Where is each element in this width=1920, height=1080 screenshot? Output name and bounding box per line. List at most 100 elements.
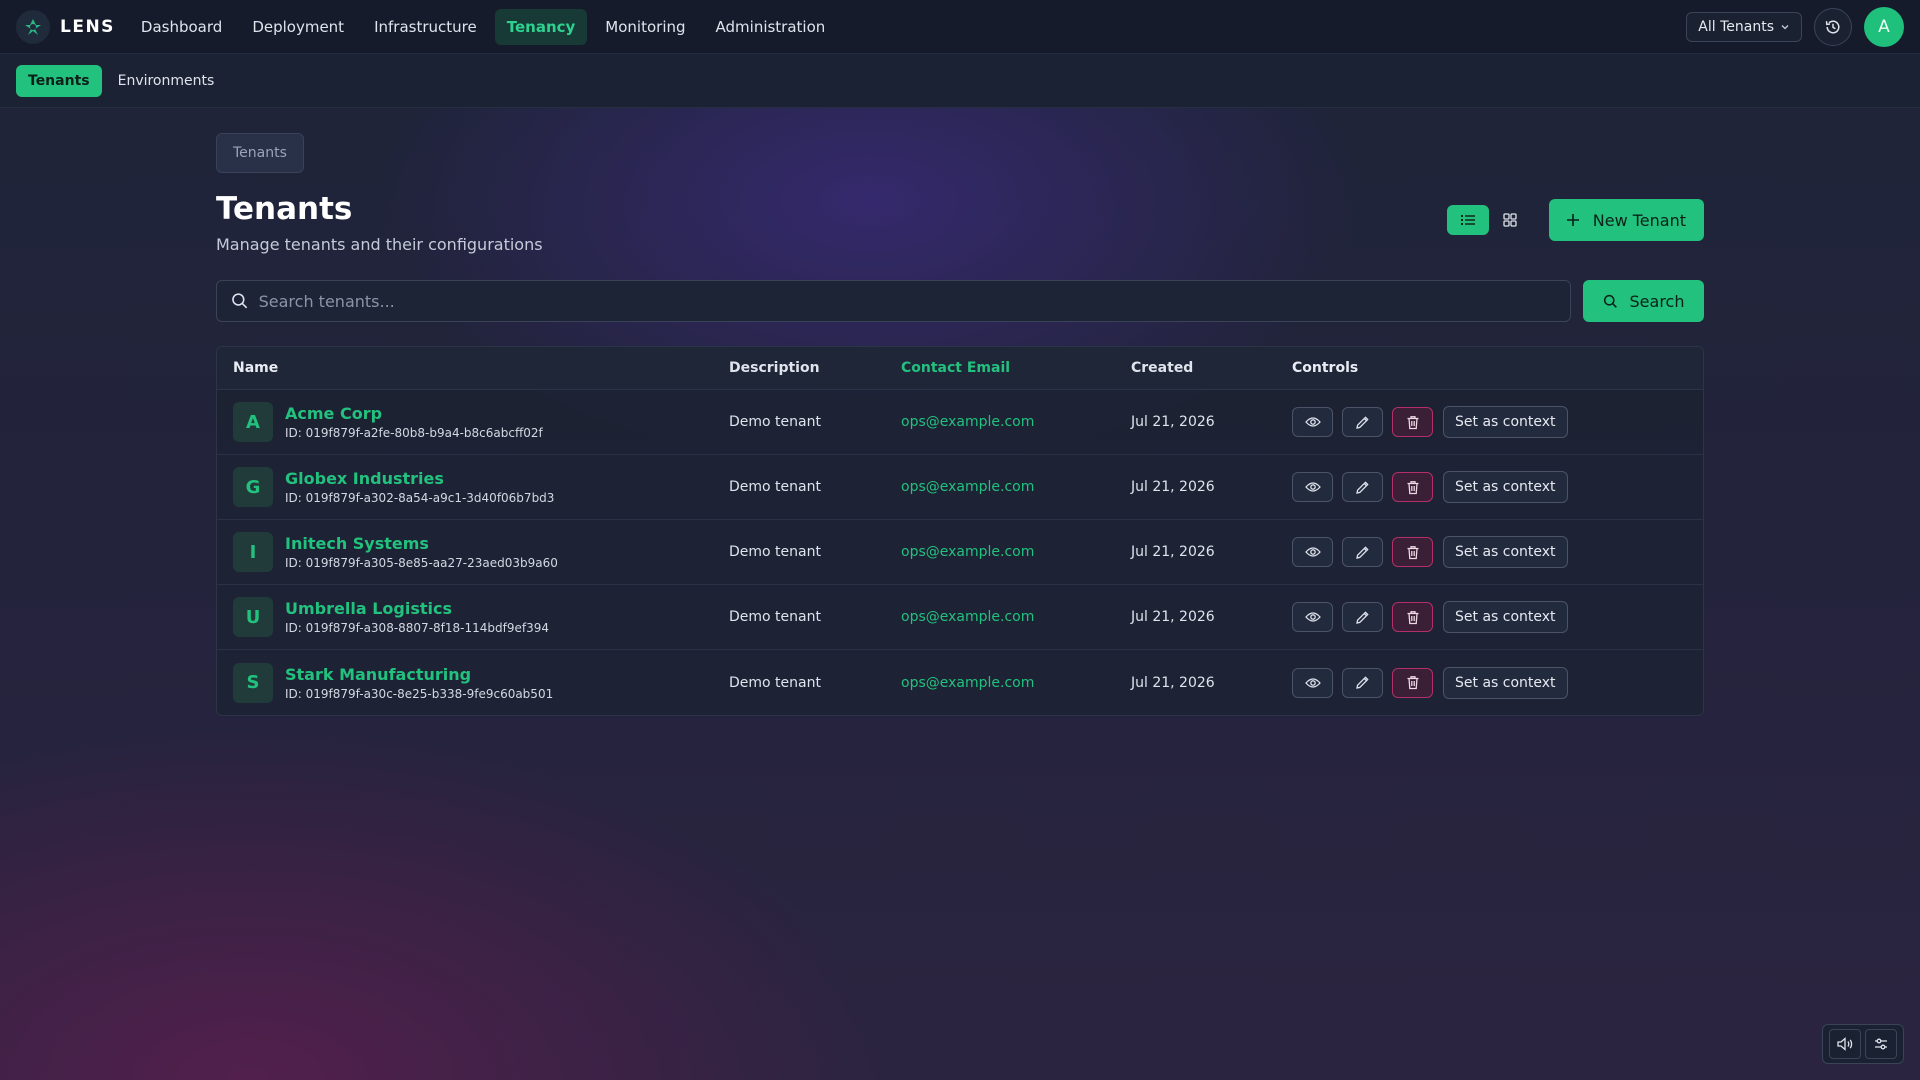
tenant-controls: Set as context	[1292, 406, 1703, 438]
tenant-created-date: Jul 21, 2026	[1131, 674, 1215, 691]
brand[interactable]: LENS	[16, 9, 115, 44]
list-view-button[interactable]	[1446, 205, 1489, 235]
floating-controls	[1822, 1024, 1904, 1064]
tenant-contact-email[interactable]: ops@example.com	[901, 609, 1131, 625]
tenant-initial-badge: S	[233, 662, 273, 703]
column-header-controls: Controls	[1292, 360, 1359, 376]
view-tenant-button[interactable]	[1292, 667, 1333, 698]
sliders-icon	[1875, 1038, 1887, 1050]
nav-item-infrastructure[interactable]: Infrastructure	[362, 9, 489, 45]
set-as-context-button[interactable]: Set as context	[1443, 666, 1568, 699]
set-as-context-button[interactable]: Set as context	[1443, 536, 1568, 568]
pencil-icon	[1355, 480, 1370, 495]
history-button[interactable]	[1814, 7, 1852, 46]
tenant-name-link[interactable]: Umbrella Logistics	[285, 599, 549, 618]
table-row: S Stark Manufacturing ID: 019f879f-a30c-8e…	[217, 650, 1703, 715]
view-tenant-button[interactable]	[1292, 407, 1333, 437]
pencil-icon	[1355, 610, 1370, 625]
trash-icon	[1406, 675, 1420, 690]
tenant-contact-email[interactable]: ops@example.com	[901, 675, 1131, 691]
view-tenant-button[interactable]	[1292, 602, 1333, 632]
tenant-name-link[interactable]: Initech Systems	[285, 534, 558, 553]
search-icon	[232, 293, 248, 309]
delete-tenant-button[interactable]	[1392, 472, 1433, 502]
set-as-context-button[interactable]: Set as context	[1443, 601, 1568, 633]
set-as-context-button[interactable]: Set as context	[1443, 406, 1568, 438]
tenant-name-link[interactable]: Globex Industries	[285, 469, 554, 488]
delete-tenant-button[interactable]	[1392, 667, 1433, 698]
tab-tenants[interactable]: Tenants	[16, 64, 102, 97]
delete-tenant-button[interactable]	[1392, 407, 1433, 437]
column-header-contact-email: Contact Email	[901, 360, 1011, 376]
tenant-controls: Set as context	[1292, 601, 1703, 633]
tenant-name-cell: A Acme Corp ID: 019f879f-a2fe-80b8-b9a4-b8…	[217, 402, 729, 442]
search-field[interactable]	[216, 280, 1571, 322]
edit-tenant-button[interactable]	[1342, 537, 1383, 567]
tenant-name-cell: S Stark Manufacturing ID: 019f879f-a30c-8e…	[217, 662, 729, 703]
search-icon	[1603, 294, 1617, 308]
tenant-selector-value: All Tenants	[1698, 18, 1774, 35]
tenant-selector[interactable]: All Tenants	[1686, 11, 1802, 42]
avatar[interactable]: A	[1864, 6, 1904, 47]
tenant-description: Demo tenant	[729, 544, 821, 560]
grid-view-button[interactable]	[1489, 205, 1531, 235]
breadcrumb[interactable]: Tenants	[216, 133, 304, 173]
tenant-info: Umbrella Logistics ID: 019f879f-a308-8807…	[285, 599, 549, 635]
nav-item-dashboard[interactable]: Dashboard	[129, 9, 234, 45]
pencil-icon	[1355, 545, 1370, 560]
column-header-name: Name	[233, 360, 279, 376]
view-toggle	[1446, 205, 1531, 235]
view-tenant-button[interactable]	[1292, 537, 1333, 567]
nav-item-monitoring[interactable]: Monitoring	[593, 9, 697, 45]
tab-environments[interactable]: Environments	[106, 65, 227, 97]
edit-tenant-button[interactable]	[1342, 472, 1383, 502]
nav-item-deployment[interactable]: Deployment	[240, 9, 356, 45]
tenant-id: ID: 019f879f-a30c-8e25-b338-9fe9c60ab501	[285, 686, 554, 701]
tenant-contact-email[interactable]: ops@example.com	[901, 479, 1131, 495]
pencil-icon	[1355, 415, 1370, 430]
tenant-name-link[interactable]: Stark Manufacturing	[285, 665, 553, 684]
search-input[interactable]	[258, 291, 1556, 311]
settings-sliders-button[interactable]	[1865, 1029, 1897, 1059]
nav-item-administration[interactable]: Administration	[704, 9, 838, 45]
tenant-controls: Set as context	[1292, 666, 1703, 699]
tenant-contact-email[interactable]: ops@example.com	[901, 544, 1131, 560]
tenant-id: ID: 019f879f-a308-8807-8f18-114bdf9ef394	[285, 621, 549, 635]
tenant-name-link[interactable]: Acme Corp	[285, 404, 543, 423]
nav-item-tenancy[interactable]: Tenancy	[494, 8, 588, 45]
table-row: G Globex Industries ID: 019f879f-a302-8a54…	[217, 455, 1703, 520]
search-button[interactable]: Search	[1583, 280, 1704, 322]
tenant-name-cell: I Initech Systems ID: 019f879f-a305-8e85-a…	[217, 532, 729, 572]
edit-tenant-button[interactable]	[1342, 602, 1383, 632]
delete-tenant-button[interactable]	[1392, 537, 1433, 567]
tenant-name-cell: U Umbrella Logistics ID: 019f879f-a308-880…	[217, 597, 729, 637]
tenant-initial-badge: I	[233, 532, 273, 572]
app-name: LENS	[60, 16, 115, 37]
tenant-initial-badge: G	[233, 467, 273, 507]
edit-tenant-button[interactable]	[1342, 667, 1383, 698]
lens-logo-icon	[16, 9, 50, 44]
set-as-context-button[interactable]: Set as context	[1443, 471, 1568, 503]
view-tenant-button[interactable]	[1292, 472, 1333, 502]
page-subtitle: Manage tenants and their configurations	[216, 235, 543, 254]
new-tenant-label: New Tenant	[1592, 210, 1686, 230]
table-row: I Initech Systems ID: 019f879f-a305-8e85-a…	[217, 520, 1703, 585]
breadcrumb-item: Tenants	[233, 145, 287, 161]
tenant-id: ID: 019f879f-a302-8a54-a9c1-3d40f06b7bd3	[285, 491, 555, 505]
trash-icon	[1406, 610, 1420, 625]
sound-toggle-button[interactable]	[1829, 1029, 1861, 1059]
main-content: Tenants Tenants Manage tenants and their…	[216, 133, 1704, 716]
tenant-info: Globex Industries ID: 019f879f-a302-8a54-…	[285, 469, 554, 505]
edit-tenant-button[interactable]	[1342, 407, 1383, 437]
tenant-description: Demo tenant	[729, 479, 821, 495]
tenant-info: Initech Systems ID: 019f879f-a305-8e85-aa…	[285, 534, 558, 570]
table-row: A Acme Corp ID: 019f879f-a2fe-80b8-b9a4-b8…	[217, 390, 1703, 455]
tenant-id: ID: 019f879f-a305-8e85-aa27-23aed03b9a60	[285, 556, 558, 570]
column-header-created: Created	[1131, 360, 1194, 376]
delete-tenant-button[interactable]	[1392, 602, 1433, 632]
new-tenant-button[interactable]: New Tenant	[1548, 199, 1704, 241]
tenant-contact-email[interactable]: ops@example.com	[901, 414, 1131, 430]
table-header: Name Description Contact Email Created Contr…	[217, 347, 1703, 390]
tenant-initial-badge: A	[233, 402, 273, 442]
grid-view-icon	[1503, 213, 1517, 227]
